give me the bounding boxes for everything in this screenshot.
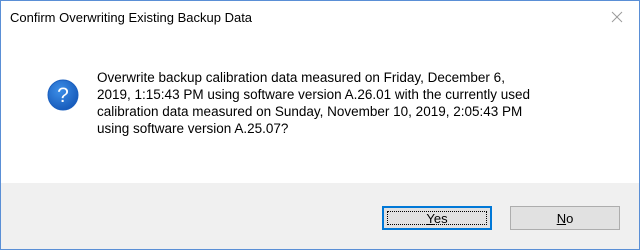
yes-label: Yes bbox=[426, 211, 447, 226]
svg-text:?: ? bbox=[57, 84, 69, 107]
no-button[interactable]: No bbox=[510, 206, 620, 230]
yes-mnemonic: Y bbox=[426, 210, 434, 226]
button-bar: Yes No bbox=[1, 183, 639, 249]
close-icon bbox=[611, 11, 623, 23]
close-button[interactable] bbox=[595, 1, 639, 33]
no-mnemonic: N bbox=[556, 210, 567, 226]
title-bar[interactable]: Confirm Overwriting Existing Backup Data bbox=[1, 1, 639, 35]
message-line: using software version A.25.07? bbox=[97, 121, 289, 136]
question-icon: ? bbox=[47, 79, 79, 111]
yes-label-rest: es bbox=[433, 210, 448, 226]
yes-button[interactable]: Yes bbox=[382, 206, 492, 230]
message-line: calibration data measured on Sunday, Nov… bbox=[97, 104, 523, 119]
dialog-title: Confirm Overwriting Existing Backup Data bbox=[10, 10, 253, 25]
dialog-content: ? Overwrite backup calibration data meas… bbox=[1, 35, 639, 183]
no-label: No bbox=[557, 211, 574, 226]
dialog-message: Overwrite backup calibration data measur… bbox=[97, 69, 617, 137]
message-line: Overwrite backup calibration data measur… bbox=[97, 70, 505, 85]
message-line: 2019, 1:15:43 PM using software version … bbox=[97, 87, 531, 102]
confirm-dialog: Confirm Overwriting Existing Backup Data… bbox=[0, 0, 640, 250]
no-label-rest: o bbox=[566, 210, 574, 226]
